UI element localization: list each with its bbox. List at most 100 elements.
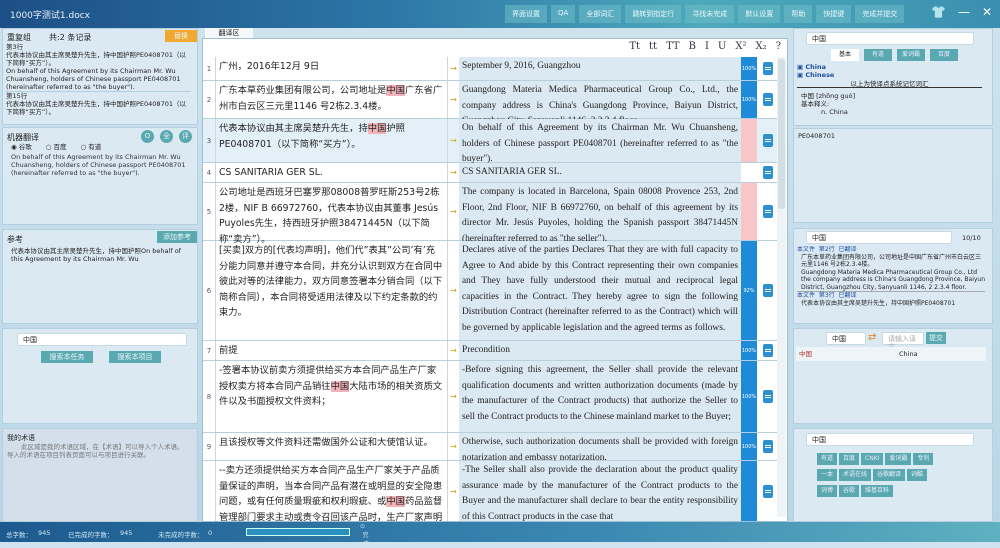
target-text[interactable]: On behalf of this Agreement by its Chair… xyxy=(459,119,741,164)
format-button[interactable]: tt xyxy=(649,41,657,52)
web-search-button[interactable]: 谷歌翻译 xyxy=(873,469,906,481)
skin-icon[interactable]: 👕 xyxy=(931,5,946,19)
target-text[interactable]: CS SANITARIA GER SL. xyxy=(459,163,741,182)
term-target-input[interactable]: 请输入译文 xyxy=(882,332,924,351)
repeat-line[interactable]: 第15行 xyxy=(6,92,191,100)
target-text[interactable]: The company is located in Barcelona, Spa… xyxy=(459,183,741,244)
web-search-button[interactable]: 一本 xyxy=(817,469,838,481)
web-search-button[interactable]: 术语在线 xyxy=(839,469,872,481)
target-text[interactable]: Precondition xyxy=(459,341,741,360)
copy-arrow-icon[interactable]: → xyxy=(448,433,459,460)
target-text[interactable]: September 9, 2016, Guangzhou xyxy=(459,57,741,80)
segment-row[interactable]: 4 CS SANITARIA GER SL. → CS SANITARIA GER S… xyxy=(203,163,778,183)
result-line[interactable]: 第3行 xyxy=(819,292,835,299)
target-text[interactable]: -The Seller shall also provide the decla… xyxy=(459,461,741,521)
dict-tab[interactable]: 爱词霸 xyxy=(897,49,925,61)
memory-term[interactable]: ▣ Chinese xyxy=(797,71,982,79)
mt-result[interactable]: On behalf of this Agreement by its Chair… xyxy=(11,153,191,177)
format-button[interactable]: TT xyxy=(666,41,680,52)
add-reference-button[interactable]: 添加参考 xyxy=(157,231,197,243)
mt-all-button[interactable]: 全 xyxy=(160,130,173,143)
web-search-button[interactable]: 维基百科 xyxy=(861,485,894,497)
notes-text[interactable]: PE0408701 xyxy=(798,132,835,140)
engine-youdao-radio[interactable]: ○ 有道 xyxy=(81,143,102,151)
segment-note-icon[interactable] xyxy=(757,81,778,118)
segment-row[interactable]: 6 [买卖]双方的[代表均声明]，他们代”表其”公司’有’充分能力同意并遵守本合同… xyxy=(203,241,778,341)
menu-item[interactable]: 快捷键 xyxy=(816,5,852,23)
copy-arrow-icon[interactable]: → xyxy=(448,241,459,340)
menu-item[interactable]: 默认设置 xyxy=(738,5,781,23)
segment-note-icon[interactable] xyxy=(757,361,778,432)
target-text[interactable]: -Before signing this agreement, the Sell… xyxy=(459,361,741,432)
copy-arrow-icon[interactable]: → xyxy=(448,81,459,118)
search-project-button[interactable]: 搜索本项目 xyxy=(109,351,161,363)
dict-tab[interactable]: 百度 xyxy=(930,49,958,61)
segment-note-icon[interactable] xyxy=(757,241,778,340)
engine-baidu-radio[interactable]: ○ 百度 xyxy=(46,143,67,151)
mt-refresh-button[interactable]: Ο xyxy=(141,130,154,143)
target-text[interactable]: Guangdong Materia Medica Pharmaceutical … xyxy=(459,81,741,126)
submit-term-button[interactable]: 提交 xyxy=(926,332,946,344)
menu-item[interactable]: 全部词汇 xyxy=(579,5,622,23)
search-task-button[interactable]: 搜索本任务 xyxy=(41,351,93,363)
minimize-button[interactable]: — xyxy=(958,5,970,19)
memory-term[interactable]: ▣ China xyxy=(797,63,982,71)
web-search-button[interactable]: 百度 xyxy=(839,453,860,465)
segment-row[interactable]: 2 广东本草药业集团有限公司，公司地址是中国广东省广州市白云区三元里1146 号2… xyxy=(203,81,778,126)
target-text[interactable]: Declares ative of the parties Declares T… xyxy=(459,241,741,340)
segment-row[interactable]: 8 -签署本协议前卖方须提供给买方本合同产品生产厂家授权卖方将本合同产品销往中国大… xyxy=(203,361,778,433)
segment-note-icon[interactable] xyxy=(757,183,778,240)
close-button[interactable]: ✕ xyxy=(982,5,992,19)
segment-row[interactable]: 5 公司地址是西班牙巴塞罗那08008普罗旺斯253号2栋2楼，NIF B 669… xyxy=(203,183,778,245)
format-button[interactable]: X₂ xyxy=(755,41,766,52)
target-text[interactable]: Otherwise, such authorization documents … xyxy=(459,433,741,463)
repeat-line[interactable]: 第3行 xyxy=(6,43,191,51)
copy-arrow-icon[interactable]: → xyxy=(448,341,459,360)
search-input[interactable]: 中国 xyxy=(17,333,187,346)
web-search-button[interactable]: 专利 xyxy=(913,453,934,465)
format-button[interactable]: X² xyxy=(735,41,746,52)
segment-note-icon[interactable] xyxy=(757,433,778,460)
copy-arrow-icon[interactable]: → xyxy=(448,461,459,521)
dict-tab[interactable]: 有道 xyxy=(864,49,892,61)
menu-item[interactable]: 寻找未完成 xyxy=(685,5,735,23)
segment-note-icon[interactable] xyxy=(757,57,778,80)
term-source-input[interactable]: 中国 xyxy=(826,332,866,345)
finish-button[interactable]: ⊙ 完成 xyxy=(360,523,369,548)
web-search-button[interactable]: 词博 xyxy=(817,485,838,497)
segment-note-icon[interactable] xyxy=(757,119,778,162)
menu-item[interactable]: 跳转到指定行 xyxy=(625,5,682,23)
segment-row[interactable]: --卖方还须提供给买方本合同产品生产厂家关于产品质量保证的声明，当本合同产品有潜… xyxy=(203,461,778,521)
copy-arrow-icon[interactable]: → xyxy=(448,163,459,182)
copy-arrow-icon[interactable]: → xyxy=(448,119,459,162)
segment-row[interactable]: 1 广州，2016年12月 9日 → September 9, 2016, Guang… xyxy=(203,57,778,81)
copy-arrow-icon[interactable]: → xyxy=(448,57,459,80)
format-button[interactable]: Tt xyxy=(629,41,640,52)
web-search-button[interactable]: 词酷 xyxy=(907,469,928,481)
mt-evaluate-button[interactable]: 评 xyxy=(179,130,192,143)
segment-row[interactable]: 3 代表本协议由其主席吴楚升先生，持中国护照PE0408701（以下简称“买方”）… xyxy=(203,119,778,164)
dictionary-input[interactable]: 中国 xyxy=(806,32,974,45)
menu-item[interactable]: 界面设置 xyxy=(505,5,547,23)
format-button[interactable]: U xyxy=(718,41,726,52)
replace-button[interactable]: 替换 xyxy=(165,30,197,42)
copy-arrow-icon[interactable]: → xyxy=(448,183,459,240)
term-row[interactable]: 中国 China xyxy=(796,347,986,361)
segment-note-icon[interactable] xyxy=(757,461,778,521)
web-search-input[interactable]: 中国 xyxy=(806,433,974,446)
web-search-button[interactable]: 爱词霸 xyxy=(885,453,912,465)
menu-item[interactable]: 完成并提交 xyxy=(855,5,905,23)
concordance-input[interactable]: 中国 xyxy=(806,231,952,244)
format-button[interactable]: B xyxy=(689,41,696,52)
editor-scrollbar[interactable] xyxy=(777,57,786,517)
segment-note-icon[interactable] xyxy=(757,341,778,360)
format-button[interactable]: I xyxy=(705,41,709,52)
segment-row[interactable]: 7 前提 → Precondition 100% xyxy=(203,341,778,361)
segment-note-icon[interactable] xyxy=(757,163,778,182)
engine-google-radio[interactable]: ◉ 谷歌 xyxy=(11,143,32,151)
web-search-button[interactable]: 有道 xyxy=(817,453,838,465)
copy-arrow-icon[interactable]: → xyxy=(448,361,459,432)
menu-item[interactable]: QA xyxy=(551,5,576,23)
segment-row[interactable]: 9 且该授权等文件资料还需做国外公证和大使馆认证。 → Otherwise, such… xyxy=(203,433,778,463)
dict-tab[interactable]: 基本 xyxy=(831,49,859,61)
